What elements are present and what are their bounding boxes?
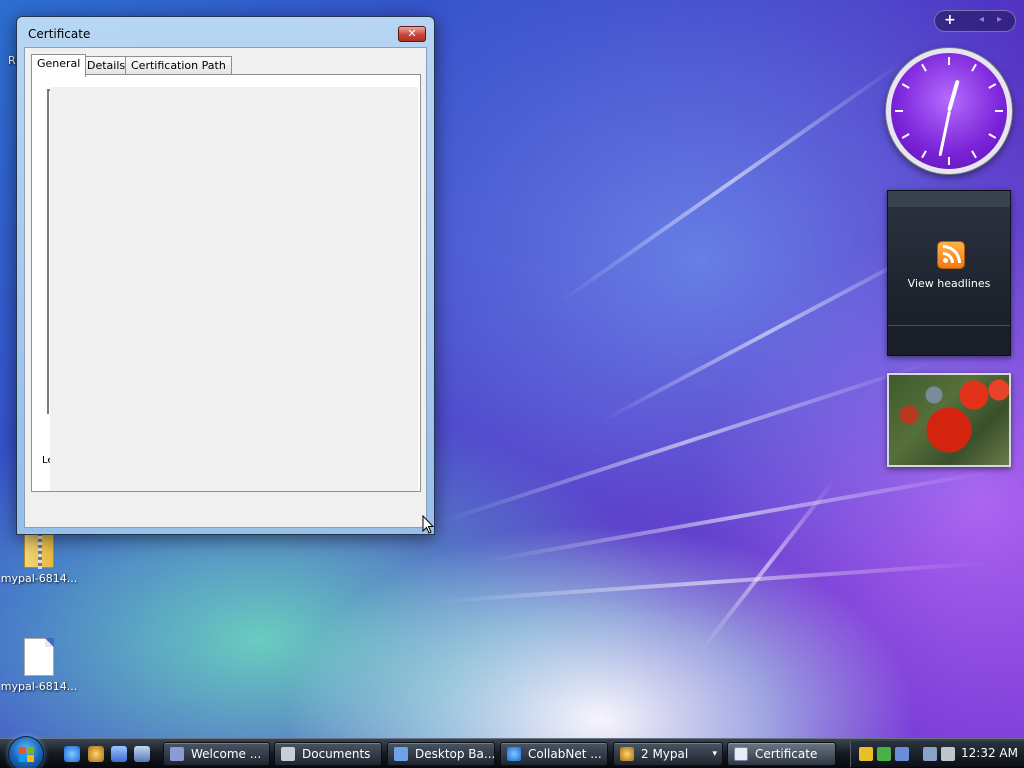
switch-windows-icon[interactable] bbox=[134, 746, 150, 762]
view-headlines-label[interactable]: View headlines bbox=[888, 277, 1010, 290]
taskbar-button-label: Certificate bbox=[755, 747, 818, 761]
gadget-topbar bbox=[888, 191, 1010, 207]
desktop-icon-zip[interactable]: mypal-6814... bbox=[0, 532, 78, 585]
feed-headlines-gadget[interactable]: View headlines bbox=[887, 190, 1011, 356]
mypal-icon bbox=[620, 747, 634, 761]
taskbar-button-documents[interactable]: Documents bbox=[274, 742, 382, 766]
wallpaper-streak bbox=[439, 359, 936, 524]
taskbar-button-collabnet[interactable]: CollabNet ... bbox=[500, 742, 608, 766]
security-shield-icon[interactable] bbox=[859, 747, 873, 761]
rss-feed-icon bbox=[937, 241, 965, 269]
add-gadget-button[interactable]: + bbox=[944, 12, 956, 28]
wallpaper-streak bbox=[698, 477, 838, 654]
hour-hand bbox=[947, 79, 960, 112]
ie-icon bbox=[507, 747, 521, 761]
clock-tick bbox=[988, 83, 997, 89]
wallpaper-streak bbox=[429, 560, 989, 604]
taskbar-button-label: 2 Mypal bbox=[641, 747, 689, 761]
clock-tick bbox=[921, 150, 927, 159]
clock-tick bbox=[921, 63, 927, 72]
taskbar-button-label: CollabNet ... bbox=[528, 747, 602, 761]
desktop-icon-label: mypal-6814... bbox=[0, 680, 78, 693]
monitor-icon bbox=[394, 747, 408, 761]
clock-gadget[interactable] bbox=[886, 48, 1012, 174]
mypal-quicklaunch-icon[interactable] bbox=[88, 746, 104, 762]
certificate-window: Certificate ✕ General Details Certificat… bbox=[16, 16, 435, 535]
windows-logo-icon bbox=[19, 747, 35, 763]
taskbar-button-welcome[interactable]: Welcome ... bbox=[163, 742, 270, 766]
taskbar-clock[interactable]: 12:32 AM bbox=[961, 746, 1018, 760]
desktop-icon-label: mypal-6814... bbox=[0, 572, 78, 585]
taskbar: Welcome ... Documents Desktop Ba... Coll… bbox=[0, 736, 1024, 768]
ie-quicklaunch-icon[interactable] bbox=[64, 746, 80, 762]
document-icon bbox=[170, 747, 184, 761]
network-icon[interactable] bbox=[923, 747, 937, 761]
show-desktop-icon[interactable] bbox=[111, 746, 127, 762]
gadget-bottombar bbox=[888, 325, 1010, 355]
clock-tick bbox=[901, 83, 910, 89]
tab-general[interactable]: General bbox=[31, 54, 87, 77]
taskbar-button-label: Desktop Ba... bbox=[415, 747, 495, 761]
tab-details[interactable]: Details bbox=[81, 56, 132, 75]
system-tray: 12:32 AM bbox=[850, 741, 1024, 767]
start-button[interactable] bbox=[8, 736, 44, 768]
clock-tick bbox=[895, 110, 903, 112]
wallpaper-streak bbox=[558, 59, 906, 304]
taskbar-button-mypal-group[interactable]: 2 Mypal ▾ bbox=[613, 742, 723, 766]
taskbar-button-label: Welcome ... bbox=[191, 747, 262, 761]
volume-muted-icon[interactable] bbox=[941, 747, 955, 761]
clock-tick bbox=[995, 110, 1003, 112]
windows-defender-icon[interactable] bbox=[895, 747, 909, 761]
desktop-edge-text: R bbox=[8, 54, 16, 67]
close-button[interactable]: ✕ bbox=[398, 26, 426, 42]
unpainted-region bbox=[50, 87, 418, 491]
certificate-icon bbox=[734, 747, 748, 761]
chevron-down-icon: ▾ bbox=[712, 749, 717, 759]
taskbar-button-label: Documents bbox=[302, 747, 371, 761]
clock-tick bbox=[971, 150, 977, 159]
window-titlebar[interactable]: Certificate ✕ bbox=[17, 17, 434, 49]
clock-tick bbox=[971, 63, 977, 72]
tab-certification-path[interactable]: Certification Path bbox=[125, 56, 232, 75]
wallpaper-streak bbox=[599, 241, 937, 424]
minute-hand bbox=[938, 110, 951, 157]
window-title: Certificate bbox=[28, 27, 91, 41]
taskbar-button-certificate[interactable]: Certificate bbox=[727, 742, 836, 766]
slideshow-gadget-photo[interactable] bbox=[887, 373, 1011, 467]
clock-tick bbox=[901, 133, 910, 139]
sidebar-next-button[interactable]: ▸ bbox=[997, 14, 1002, 25]
clock-tick bbox=[988, 133, 997, 139]
mouse-cursor-icon bbox=[422, 515, 434, 534]
update-icon[interactable] bbox=[877, 747, 891, 761]
clock-tick bbox=[948, 57, 950, 65]
sidebar-prev-button[interactable]: ◂ bbox=[979, 14, 984, 25]
clock-tick bbox=[948, 157, 950, 165]
folder-icon bbox=[281, 747, 295, 761]
sidebar-controls: + ◂ ▸ bbox=[934, 10, 1016, 32]
zip-folder-icon bbox=[24, 532, 54, 569]
desktop-icon-file[interactable]: mypal-6814... bbox=[0, 638, 78, 693]
taskbar-button-desktop-background[interactable]: Desktop Ba... bbox=[387, 742, 495, 766]
file-icon bbox=[24, 638, 54, 676]
